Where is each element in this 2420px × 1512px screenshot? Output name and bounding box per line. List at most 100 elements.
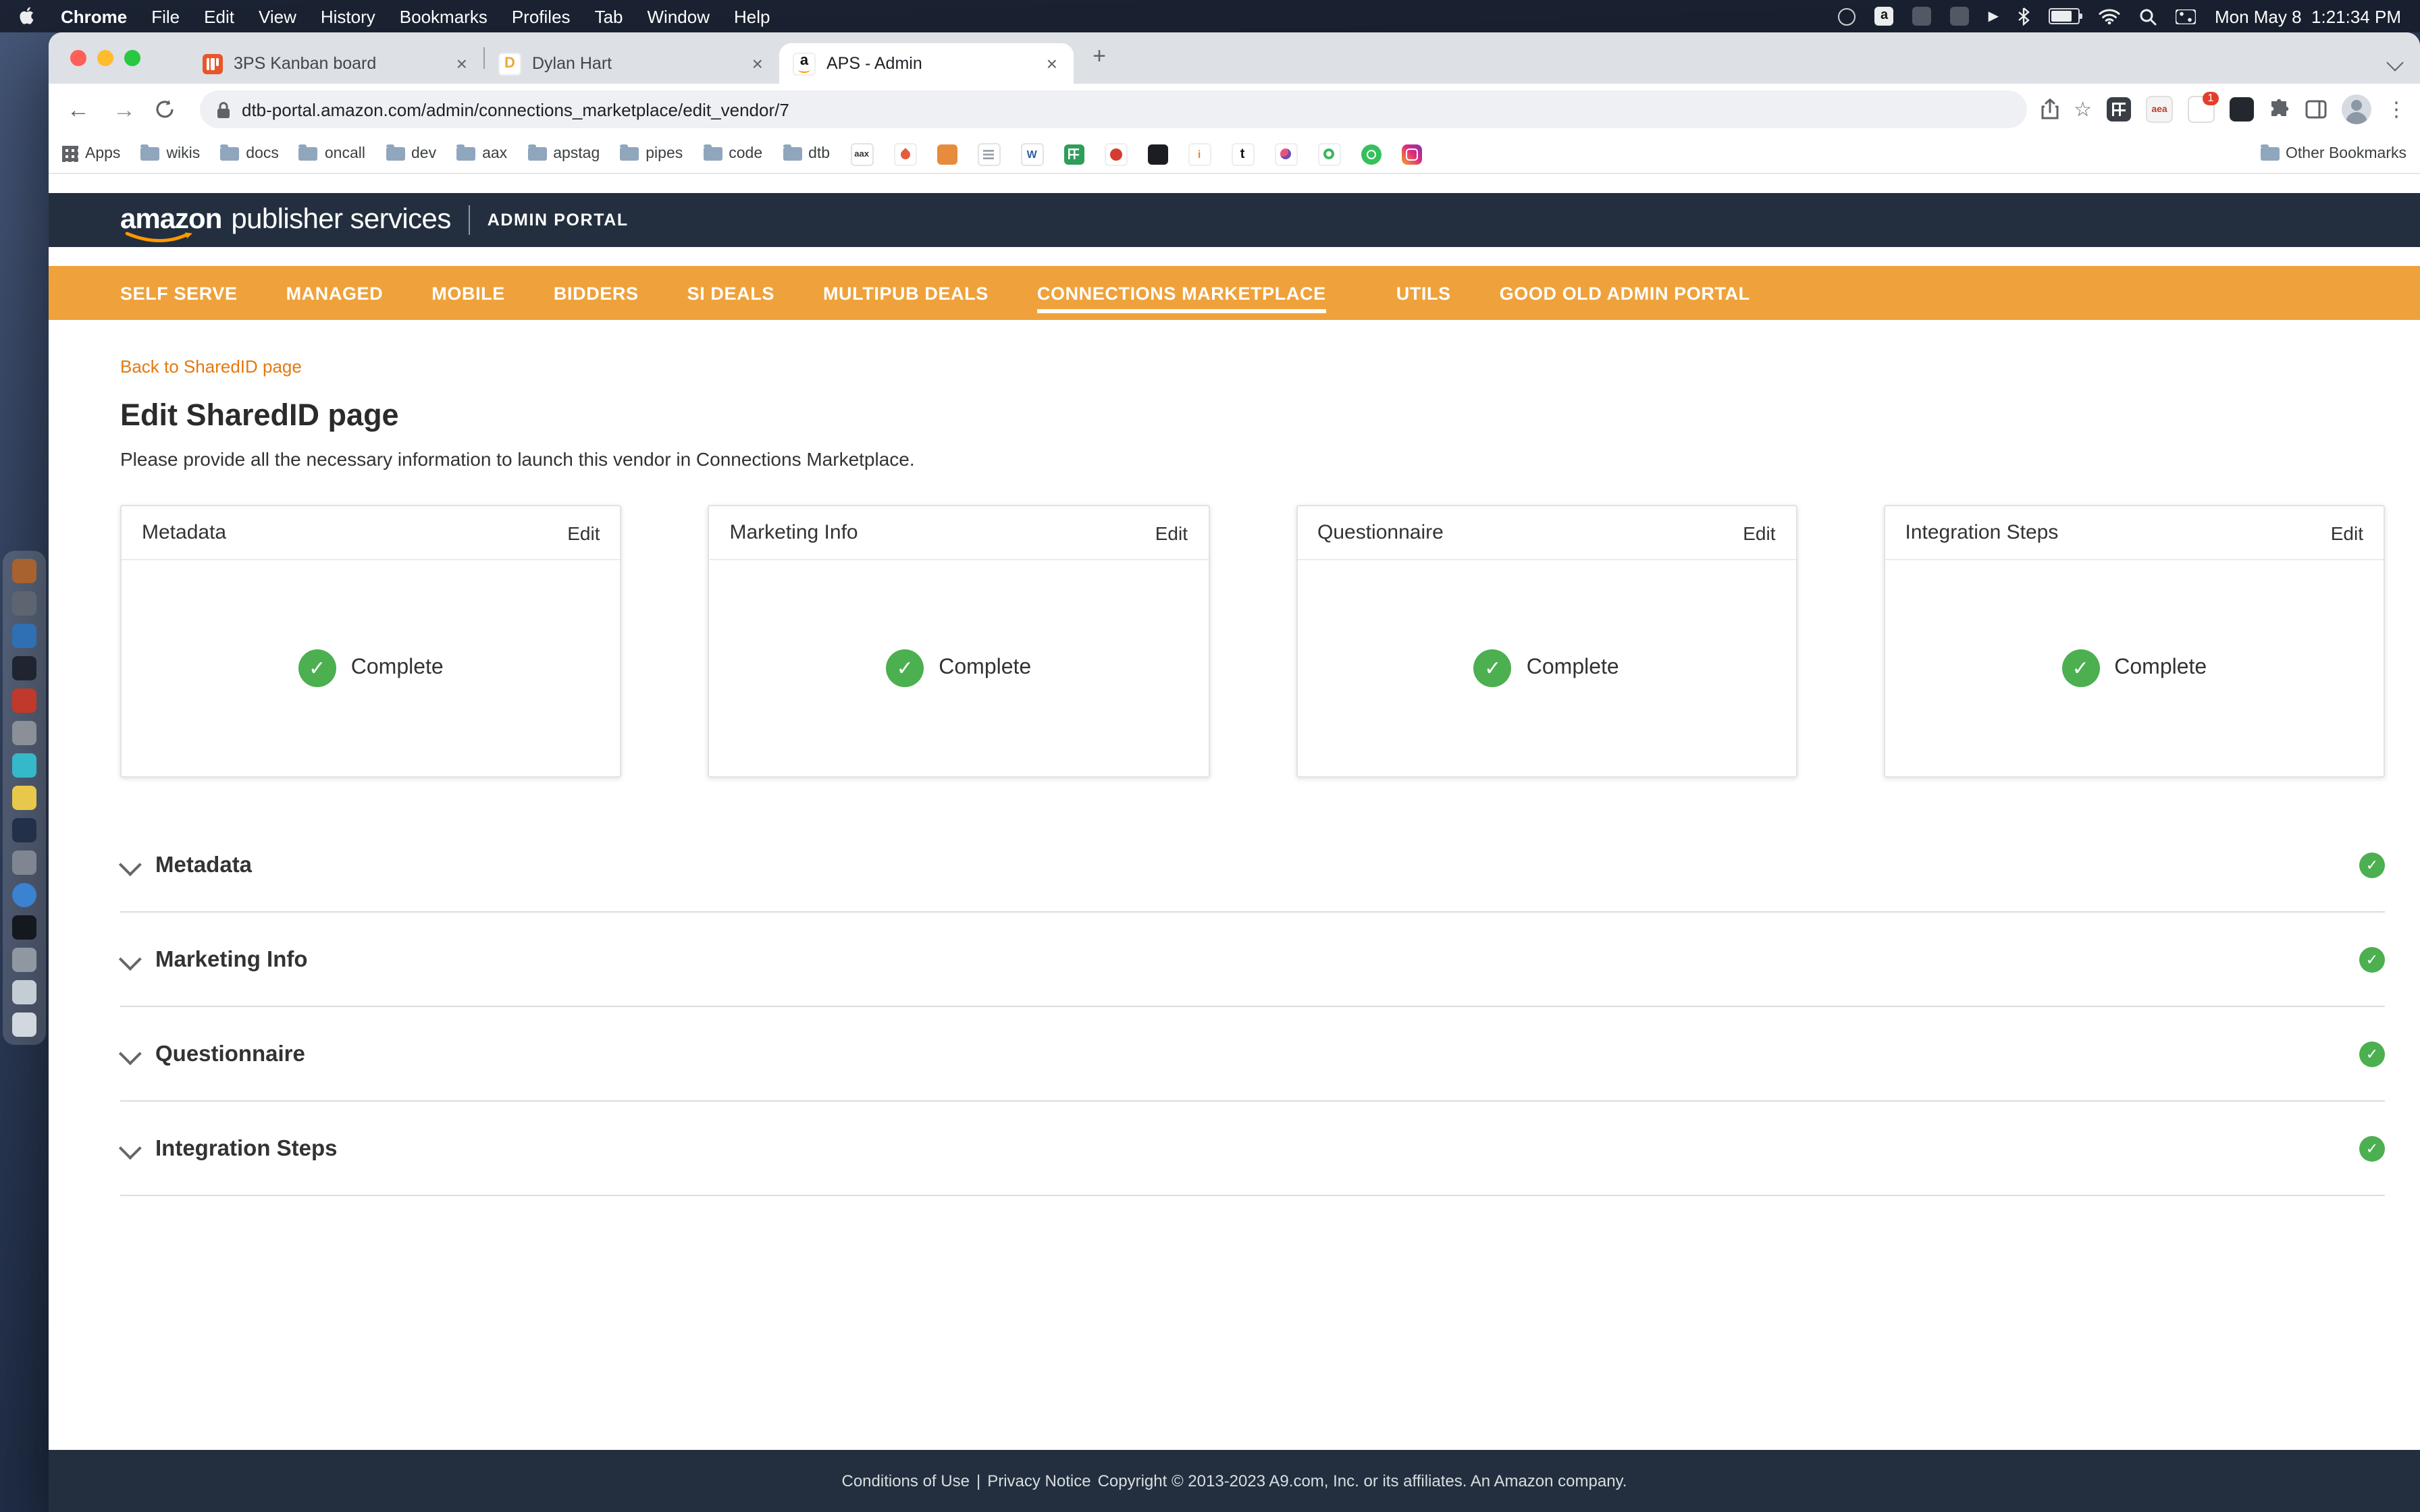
new-tab-button[interactable]: + [1082,39,1117,74]
chevron-down-icon[interactable] [118,1136,142,1160]
nav-connections-marketplace[interactable]: CONNECTIONS MARKETPLACE [1036,266,1326,320]
back-button[interactable]: ← [62,98,95,121]
bookmark-folder-docs[interactable]: docs [220,144,279,162]
dock-icon[interactable] [12,850,36,875]
section-questionnaire[interactable]: Questionnaire ✓ [118,1007,2385,1102]
menubar-item-window[interactable]: Window [648,6,710,26]
bookmark-folder-wikis[interactable]: wikis [140,144,200,162]
control-center-icon[interactable] [2175,9,2196,24]
dock-icon[interactable] [12,883,36,907]
bluetooth-icon[interactable] [2018,7,2030,26]
bookmark-favicon-cube[interactable] [937,144,957,164]
status-app-icon[interactable] [1838,7,1856,25]
bookmark-folder-oncall[interactable]: oncall [298,144,365,162]
battery-icon[interactable] [2048,8,2082,24]
bookmark-folder-aax[interactable]: aax [456,144,507,162]
address-bar[interactable]: dtb-portal.amazon.com/admin/connections_… [200,90,2027,128]
section-metadata[interactable]: Metadata ✓ [118,818,2385,913]
menubar-item-tab[interactable]: Tab [595,6,623,26]
privacy-notice-link[interactable]: Privacy Notice [987,1472,1090,1490]
nav-self-serve[interactable]: SELF SERVE [120,266,238,320]
tab-search-chevron-icon[interactable] [2386,51,2404,76]
side-panel-icon[interactable] [2305,100,2327,119]
chevron-down-icon[interactable] [118,853,142,876]
nav-utils[interactable]: UTILS [1396,266,1451,320]
other-bookmarks[interactable]: Other Bookmarks [2260,144,2406,162]
wifi-icon[interactable] [2099,8,2120,24]
menubar-item-view[interactable]: View [259,6,296,26]
tab-dylan-hart[interactable]: D Dylan Hart × [485,43,779,84]
bookmark-folder-pipes[interactable]: pipes [620,144,683,162]
share-icon[interactable] [2040,99,2059,120]
dock-icon[interactable] [12,980,36,1004]
bookmark-favicon-paw[interactable] [1274,142,1298,165]
close-tab-icon[interactable]: × [749,54,766,73]
play-icon[interactable]: ▶ [1989,9,1999,24]
close-tab-icon[interactable]: × [454,54,470,73]
section-marketing-info[interactable]: Marketing Info ✓ [118,913,2385,1007]
bookmark-apps[interactable]: Apps [62,146,120,162]
bookmark-favicon-wikipedia[interactable]: W [1020,142,1044,165]
bookmark-favicon-tumblr[interactable]: t [1231,142,1255,165]
reload-button[interactable] [154,99,186,120]
bookmark-favicon-instagram[interactable] [1401,144,1422,164]
bookmark-favicon-dark-app[interactable] [1147,144,1168,164]
dock-icon[interactable] [12,688,36,713]
bookmark-favicon-red-circle[interactable] [1104,142,1128,165]
padlock-icon[interactable] [216,101,231,118]
menubar-item-edit[interactable]: Edit [204,6,234,26]
section-integration-steps[interactable]: Integration Steps ✓ [118,1102,2385,1196]
chevron-down-icon[interactable] [118,947,142,971]
nav-multipub-deals[interactable]: MULTIPUB DEALS [823,266,989,320]
bookmark-favicon-aax[interactable]: aax [850,142,874,165]
menubar-clock[interactable]: Mon May 8 1:21:34 PM [2215,6,2401,26]
nav-bidders[interactable]: BIDDERS [554,266,639,320]
conditions-of-use-link[interactable]: Conditions of Use [842,1472,970,1490]
dock-icon[interactable] [12,753,36,778]
dock-icon[interactable] [12,721,36,745]
apple-menu-icon[interactable] [19,6,36,26]
menubar-item-help[interactable]: Help [734,6,770,26]
menubar-item-history[interactable]: History [321,6,375,26]
bookmark-favicon-notes[interactable] [977,142,1001,165]
bookmark-favicon-sheets[interactable] [1063,144,1084,164]
extension-dark-icon[interactable] [2230,97,2254,122]
dock-icon[interactable] [12,559,36,583]
bookmark-favicon-info[interactable]: i [1188,142,1211,165]
forward-button[interactable]: → [108,98,140,121]
bookmark-folder-code[interactable]: code [703,144,762,162]
menubar-app-name[interactable]: Chrome [61,6,127,26]
status-app-icon[interactable] [1912,7,1932,26]
bookmark-star-icon[interactable]: ☆ [2074,97,2092,122]
menubar-item-bookmarks[interactable]: Bookmarks [400,6,488,26]
bookmark-folder-dtb[interactable]: dtb [783,144,830,162]
minimize-window-button[interactable] [97,50,113,66]
chevron-down-icon[interactable] [118,1042,142,1065]
amazon-status-icon[interactable]: a [1874,7,1894,26]
status-app-icon[interactable] [1950,7,1970,26]
edit-questionnaire-link[interactable]: Edit [1743,522,1775,543]
extension-grid-icon[interactable] [2107,97,2131,122]
back-to-sharedid-link[interactable]: Back to SharedID page [120,356,302,377]
edit-integration-steps-link[interactable]: Edit [2331,522,2363,543]
extension-badged-icon[interactable]: 1 [2188,92,2219,123]
extensions-puzzle-icon[interactable] [2269,99,2290,120]
tab-aps-admin-active[interactable]: a APS - Admin × [779,43,1074,84]
dock-trash-icon[interactable] [12,1013,36,1037]
dock-icon[interactable] [12,948,36,972]
dock-icon[interactable] [12,656,36,680]
profile-avatar[interactable] [2342,94,2371,124]
extension-aea-icon[interactable]: aea [2146,96,2173,123]
dock-icon[interactable] [12,818,36,842]
dock-icon[interactable] [12,624,36,648]
bookmark-favicon-rocket[interactable] [893,142,917,165]
dock-icon[interactable] [12,786,36,810]
nav-good-old-admin-portal[interactable]: GOOD OLD ADMIN PORTAL [1500,266,1750,320]
close-window-button[interactable] [70,50,86,66]
bookmark-folder-apstag[interactable]: apstag [527,144,600,162]
menubar-item-profiles[interactable]: Profiles [512,6,571,26]
dock-icon[interactable] [12,915,36,940]
nav-managed[interactable]: MANAGED [286,266,384,320]
spotlight-search-icon[interactable] [2139,7,2157,25]
bookmark-favicon-green-ring[interactable] [1317,142,1341,165]
